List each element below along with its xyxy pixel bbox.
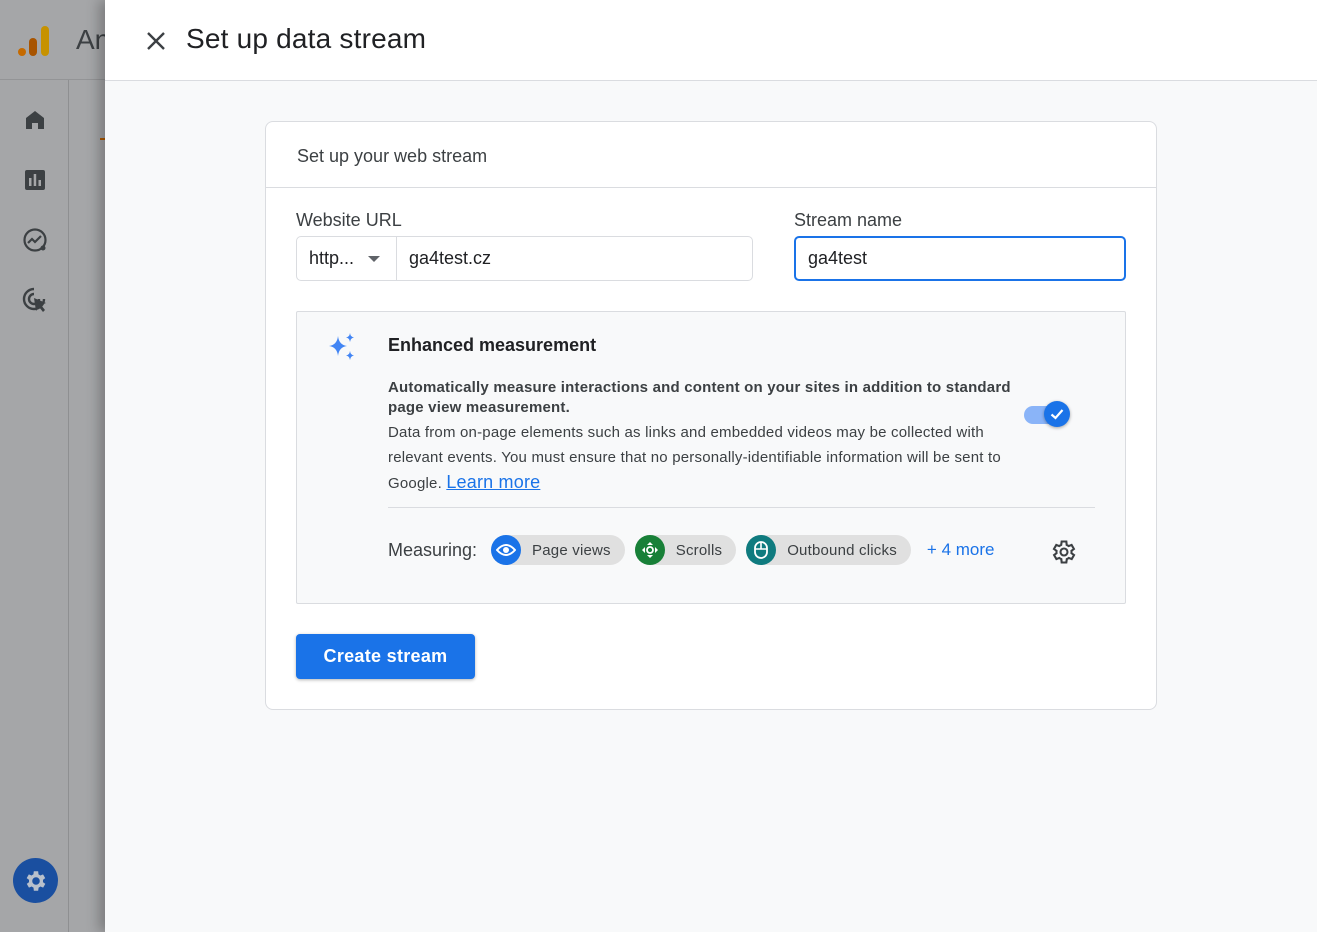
- more-events-link[interactable]: + 4 more: [927, 540, 995, 560]
- chip-label: Scrolls: [675, 541, 723, 559]
- close-button[interactable]: [141, 26, 171, 56]
- analytics-logo-icon: [18, 26, 49, 56]
- chip-label: Outbound clicks: [787, 541, 897, 559]
- protocol-value: http...: [309, 248, 355, 268]
- enhanced-measurement-title: Enhanced measurement: [388, 335, 597, 355]
- drawer-header: Set up data stream: [105, 0, 1317, 81]
- card-heading: Set up your web stream: [266, 122, 1156, 188]
- scroll-icon: [634, 535, 665, 565]
- enhanced-measurement-summary: Automatically measure interactions and c…: [388, 379, 1011, 416]
- web-stream-card: Set up your web stream Website URL http.…: [265, 121, 1157, 710]
- measuring-label: Measuring:: [388, 539, 478, 560]
- eye-icon: [491, 535, 522, 565]
- gear-icon[interactable]: [1050, 538, 1078, 566]
- close-icon: [147, 32, 165, 50]
- background-nav-rail: [0, 80, 69, 932]
- measuring-row: Measuring: Page views Scrolls Outbound c…: [388, 535, 994, 565]
- chip-label: Page views: [532, 541, 611, 559]
- sparkle-icon: [329, 333, 354, 360]
- chip-outbound-clicks[interactable]: Outbound clicks: [746, 535, 911, 565]
- reports-icon[interactable]: [20, 165, 50, 195]
- protocol-select[interactable]: http...: [297, 237, 397, 280]
- chip-scrolls[interactable]: Scrolls: [634, 535, 737, 565]
- learn-more-link[interactable]: Learn more: [446, 472, 540, 492]
- enhanced-measurement-description: Data from on-page elements such as links…: [388, 420, 1038, 496]
- mouse-icon: [746, 535, 777, 565]
- chip-page-views[interactable]: Page views: [491, 535, 625, 565]
- setup-data-stream-drawer: Set up data stream Set up your web strea…: [105, 0, 1317, 932]
- check-icon: [1050, 409, 1064, 420]
- website-url-label: Website URL: [296, 210, 402, 230]
- divider: [388, 507, 1095, 508]
- website-url-group: http...: [296, 236, 753, 281]
- create-stream-button[interactable]: Create stream: [296, 634, 475, 679]
- enhanced-measurement-toggle[interactable]: [1024, 401, 1072, 429]
- website-url-input[interactable]: [397, 237, 752, 280]
- home-icon[interactable]: [20, 105, 50, 135]
- stream-name-input[interactable]: [794, 236, 1126, 281]
- admin-gear-icon[interactable]: [13, 858, 58, 903]
- explore-icon[interactable]: [20, 225, 50, 255]
- stream-name-label: Stream name: [794, 210, 903, 230]
- enhanced-measurement-panel: Enhanced measurement Automatically measu…: [296, 311, 1126, 604]
- drawer-title: Set up data stream: [186, 23, 427, 54]
- toggle-thumb: [1044, 401, 1070, 427]
- dropdown-caret-icon: [368, 255, 381, 262]
- advertising-icon[interactable]: [20, 285, 50, 315]
